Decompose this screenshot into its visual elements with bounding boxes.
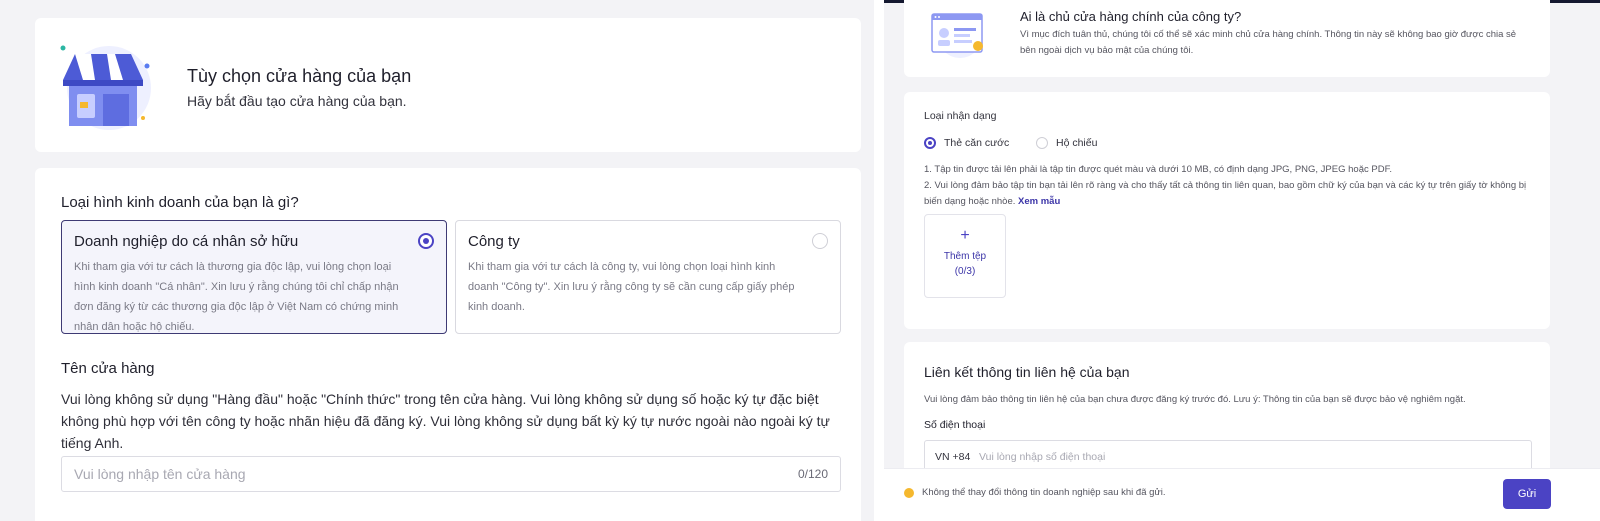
shop-name-input[interactable]: [74, 457, 774, 491]
store-header-card: Tùy chọn cửa hàng của bạn Hãy bắt đầu tạ…: [35, 18, 861, 152]
business-type-label: Loại hình kinh doanh của bạn là gì?: [61, 194, 299, 211]
option-description: Khi tham gia với tư cách là thương gia đ…: [74, 261, 399, 333]
radio-selected-icon[interactable]: [924, 137, 936, 149]
id-type-option-passport[interactable]: Hộ chiếu: [1036, 136, 1097, 150]
contact-description: Vui lòng đảm bảo thông tin liên hệ của b…: [924, 394, 1466, 405]
contact-info-card: Liên kết thông tin liên hệ của bạn Vui l…: [904, 342, 1550, 482]
id-type-option-id-card[interactable]: Thẻ căn cước: [924, 136, 1009, 150]
radio-unselected-icon[interactable]: [1036, 137, 1048, 149]
add-file-label: Thêm tệp: [943, 251, 987, 262]
panel-divider: [874, 0, 884, 521]
option-title: Doanh nghiệp do cá nhân sở hữu: [74, 233, 299, 250]
form-footer: Không thể thay đổi thông tin doanh nghiệ…: [884, 468, 1600, 521]
id-type-option-label: Thẻ căn cước: [944, 137, 1010, 149]
shop-name-field[interactable]: 0/120: [61, 456, 841, 492]
submit-button[interactable]: Gửi: [1503, 479, 1551, 509]
right-panel: Ai là chủ cửa hàng chính của công ty? Vì…: [884, 0, 1600, 521]
upload-note-2: 2. Vui lòng đảm bảo tập tin bạn tải lên …: [924, 180, 1527, 207]
id-type-label: Loại nhận dạng: [924, 110, 997, 122]
footer-warning-text: Không thể thay đổi thông tin doanh nghiệ…: [922, 487, 1166, 498]
owner-description: Vì mục đích tuân thủ, chúng tôi cố thể s…: [1020, 29, 1517, 56]
left-panel: Tùy chọn cửa hàng của bạn Hãy bắt đầu tạ…: [0, 0, 874, 521]
storefront-icon: [60, 45, 151, 130]
shop-name-label: Tên cửa hàng: [61, 360, 155, 377]
phone-label: Số điện thoại: [924, 419, 986, 431]
upload-note-1: 1. Tập tin được tải lên phải là tập tin …: [924, 164, 1392, 175]
business-type-option-company[interactable]: Công ty Khi tham gia với tư cách là công…: [455, 220, 841, 334]
owner-info-card: Ai là chủ cửa hàng chính của công ty? Vì…: [904, 0, 1550, 77]
shop-name-help-text: Vui lòng không sử dụng "Hàng đầu" hoặc "…: [61, 391, 830, 451]
view-sample-link[interactable]: Xem mẫu: [1018, 196, 1060, 207]
country-code-selector[interactable]: VN +84: [935, 451, 970, 463]
owner-question-title: Ai là chủ cửa hàng chính của công ty?: [1020, 9, 1242, 24]
radio-selected-icon[interactable]: [418, 233, 434, 249]
upload-note-2-wrap: 2. Vui lòng đảm bảo tập tin bạn tải lên …: [924, 178, 1539, 210]
radio-unselected-icon[interactable]: [812, 233, 828, 249]
id-type-card: Loại nhận dạng Thẻ căn cước Hộ chiếu 1. …: [904, 92, 1550, 329]
business-type-option-individual[interactable]: Doanh nghiệp do cá nhân sở hữu Khi tham …: [61, 220, 447, 334]
add-file-count: (0/3): [954, 266, 976, 277]
shop-name-char-counter: 0/120: [797, 467, 828, 481]
option-description: Khi tham gia với tư cách là công ty, vui…: [468, 261, 795, 313]
page-subtitle: Hãy bắt đầu tạo cửa hàng của bạn.: [187, 93, 407, 109]
option-title: Công ty: [468, 233, 520, 250]
upload-requirements: 1. Tập tin được tải lên phải là tập tin …: [924, 162, 1539, 210]
id-document-icon: [931, 13, 983, 58]
warning-icon: [904, 488, 914, 498]
contact-title: Liên kết thông tin liên hệ của bạn: [924, 364, 1130, 380]
id-type-option-label: Hộ chiếu: [1056, 137, 1098, 149]
add-file-button[interactable]: + Thêm tệp (0/3): [924, 214, 1006, 298]
page-title: Tùy chọn cửa hàng của bạn: [187, 66, 412, 86]
plus-icon: +: [960, 227, 970, 244]
business-form-card: Loại hình kinh doanh của bạn là gì? Doan…: [35, 168, 861, 521]
